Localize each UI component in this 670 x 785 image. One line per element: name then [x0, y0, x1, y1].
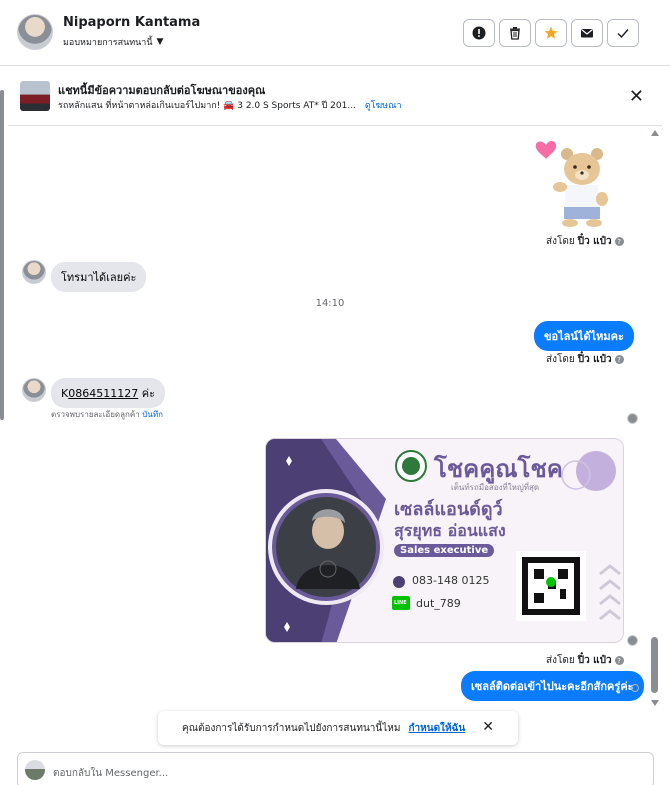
message-text: ค่ะ: [138, 387, 155, 400]
line-logo-icon: LINE: [394, 600, 407, 606]
report-button[interactable]: [463, 19, 495, 47]
contact-name[interactable]: Nipaporn Kantama: [63, 15, 200, 30]
conversation-header: Nipaporn Kantama มอบหมายการสนทนานี้ ▼: [0, 0, 670, 66]
messenger-conversation-pane: Nipaporn Kantama มอบหมายการสนทนานี้ ▼ แช…: [0, 0, 670, 785]
sender-name: ปิ๋ว แป๋ว: [577, 655, 612, 666]
seen-avatar: [627, 413, 638, 424]
phone-number-link[interactable]: 0864511127: [68, 387, 138, 400]
contact-avatar[interactable]: [17, 14, 53, 50]
ad-banner-title: แชทนี้มีข้อความตอบกลับต่อโฆษณาของคุณ: [58, 84, 266, 97]
ad-subtitle-text: รถหลักแสน ที่หน้าตาหล่อเกินเบอร์ไปมาก! 🚘…: [58, 101, 356, 111]
assign-to-me-link[interactable]: กำหนดให้ฉัน: [408, 721, 465, 736]
caret-down-icon: ▼: [156, 37, 164, 47]
help-icon[interactable]: ?: [614, 656, 624, 665]
sent-by-label: ส่งโดย ปิ๋ว แป๋ว ?: [546, 653, 624, 668]
assign-conversation-dropdown[interactable]: มอบหมายการสนทนานี้ ▼: [63, 35, 163, 49]
scrollbar-thumb[interactable]: [651, 637, 658, 693]
ad-thumbnail[interactable]: [20, 81, 50, 111]
help-icon[interactable]: ?: [614, 237, 624, 246]
star-button[interactable]: [535, 19, 567, 47]
contact-avatar-small[interactable]: [22, 378, 46, 402]
outgoing-message[interactable]: เซลล์ติดต่อเข้าไปนะคะอีกสักครู่ค่ะ: [461, 671, 644, 701]
star-icon: [544, 26, 558, 39]
timestamp-separator: 14:10: [315, 298, 345, 309]
save-details-link[interactable]: บันทึก: [142, 410, 163, 419]
scroll-down-arrow-icon[interactable]: [651, 700, 659, 706]
card-person-name: สุรยุทธ อ่อนแสง: [394, 521, 506, 540]
card-tagline: เต็นท์รถมือสองที่ใหญ่ที่สุด: [451, 483, 540, 492]
check-icon: [617, 29, 629, 39]
card-line-id: dut_789: [416, 597, 461, 610]
mark-done-button[interactable]: [607, 19, 639, 47]
delete-button[interactable]: [499, 19, 531, 47]
seen-avatar: [627, 635, 638, 646]
reply-composer[interactable]: ตอบกลับใน Messenger...: [17, 752, 654, 785]
trash-icon: [510, 27, 520, 40]
sent-by-prefix: ส่งโดย: [546, 655, 575, 666]
help-icon[interactable]: ?: [614, 355, 624, 364]
sender-name: ปิ๋ว แป๋ว: [577, 236, 612, 247]
mark-unread-button[interactable]: [571, 19, 603, 47]
exclamation-icon: [472, 26, 486, 40]
view-ad-link[interactable]: ดูโฆษณา: [365, 101, 402, 111]
ad-banner-subtitle: รถหลักแสน ที่หน้าตาหล่อเกินเบอร์ไปมาก! 🚘…: [58, 98, 402, 112]
sent-status-icon: [631, 684, 639, 692]
close-toast-icon[interactable]: ✕: [482, 719, 494, 735]
assign-prompt-text: คุณต้องการได้รับการกำหนดไปยังการสนทนานี้…: [182, 722, 401, 734]
sent-by-prefix: ส่งโดย: [546, 236, 575, 247]
scroll-up-arrow-icon[interactable]: [651, 130, 659, 136]
reply-input-placeholder[interactable]: ตอบกลับใน Messenger...: [53, 766, 168, 781]
close-banner-icon[interactable]: ✕: [629, 86, 644, 107]
teddy-bear-sticker: [535, 141, 608, 227]
note-text: ตรวจพบรายละเอียดลูกค้า: [51, 410, 140, 419]
page-avatar: [25, 760, 45, 780]
assign-label: มอบหมายการสนทนานี้: [63, 38, 153, 48]
sender-name: ปิ๋ว แป๋ว: [577, 354, 612, 365]
customer-detail-note: ตรวจพบรายละเอียดลูกค้า บันทึก: [51, 408, 163, 421]
incoming-message-phone[interactable]: K0864511127 ค่ะ: [51, 378, 165, 408]
assign-prompt-toast: คุณต้องการได้รับการกำหนดไปยังการสนทนานี้…: [158, 711, 518, 745]
incoming-message[interactable]: โทรมาได้เลยค่ะ: [51, 262, 147, 292]
sent-by-label: ส่งโดย ปิ๋ว แป๋ว ?: [546, 234, 624, 249]
outgoing-message[interactable]: ขอไลน์ได้ไหมคะ: [534, 321, 634, 351]
left-scrollbar[interactable]: [0, 90, 4, 420]
mail-icon: [581, 29, 593, 38]
card-position: Sales executive: [394, 544, 495, 557]
business-card-image[interactable]: โชคคูณโชค เต็นท์รถมือสองที่ใหญ่ที่สุด เซ…: [265, 438, 624, 643]
sent-by-prefix: ส่งโดย: [546, 354, 575, 365]
contact-avatar-small[interactable]: [22, 260, 46, 284]
card-phone: 083-148 0125: [412, 574, 490, 587]
sent-by-label: ส่งโดย ปิ๋ว แป๋ว ?: [546, 352, 624, 367]
ad-reply-banner: แชทนี้มีข้อความตอบกลับต่อโฆษณาของคุณ รถห…: [8, 72, 662, 126]
